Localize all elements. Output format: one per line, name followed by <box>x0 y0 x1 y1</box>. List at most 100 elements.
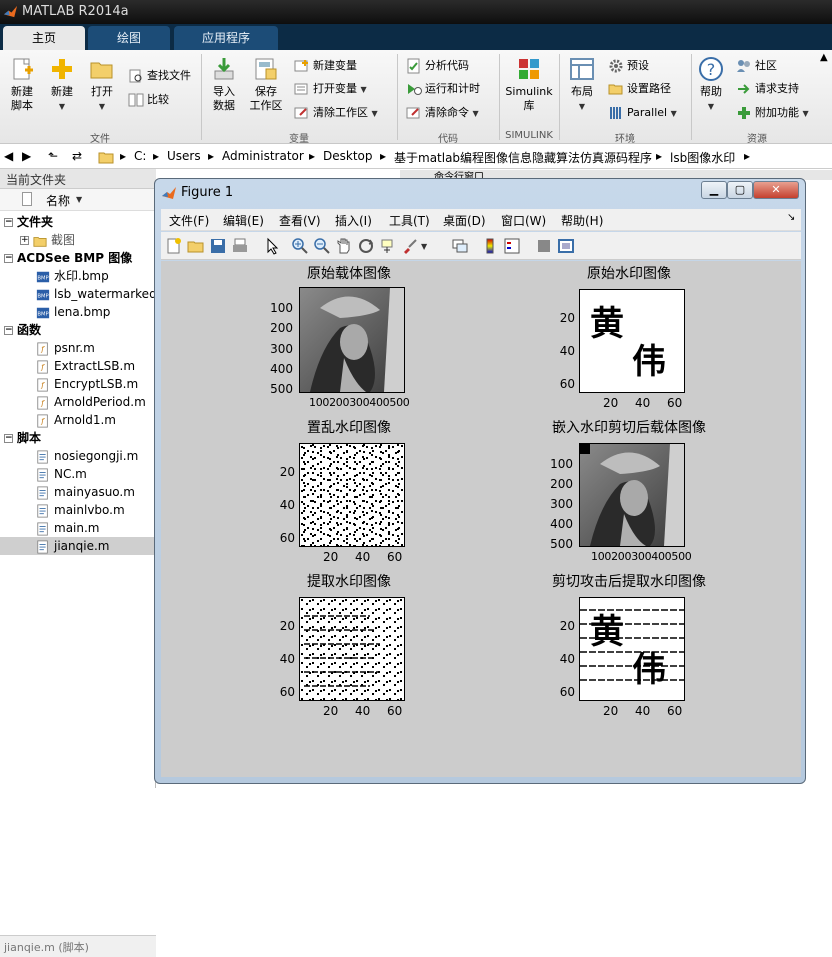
list-item[interactable]: f ArnoldPeriod.m <box>0 393 156 411</box>
list-item[interactable]: f Arnold1.m <box>0 411 156 429</box>
list-item[interactable]: mainyasuo.m <box>0 483 156 501</box>
set-path-button[interactable]: 设置路径 <box>608 79 671 99</box>
clear-commands-button[interactable]: 清除命令 ▼ <box>406 103 479 123</box>
collapse-icon[interactable]: − <box>4 254 13 263</box>
new-script-button[interactable]: 新建 脚本 <box>4 56 40 113</box>
new-variable-button[interactable]: 新建变量 <box>294 56 357 76</box>
breadcrumb-users[interactable]: Users <box>167 149 201 163</box>
help-button[interactable]: ? 帮助 ▼ <box>696 56 726 114</box>
breadcrumb-project[interactable]: 基于matlab编程图像信息隐藏算法仿真源码程序 <box>394 149 652 166</box>
list-item[interactable]: BMP 水印.bmp <box>0 267 156 285</box>
list-item[interactable]: f EncryptLSB.m <box>0 375 156 393</box>
menu-file[interactable]: 文件(F) <box>169 212 209 229</box>
layout-button[interactable]: 布局 ▼ <box>564 56 600 114</box>
print-icon[interactable] <box>231 237 249 255</box>
group-scripts[interactable]: − 脚本 <box>0 429 156 447</box>
find-files-button[interactable]: 查找文件 <box>128 66 191 86</box>
browse-folder-icon[interactable]: ⇄ <box>72 149 82 163</box>
list-item[interactable]: NC.m <box>0 465 156 483</box>
show-plot-tools-icon[interactable] <box>557 237 575 255</box>
maximize-button[interactable]: ▢ <box>727 181 753 199</box>
menu-desktop[interactable]: 桌面(D) <box>443 212 486 229</box>
open-button[interactable]: 打开 ▼ <box>84 56 120 114</box>
list-item[interactable]: f ExtractLSB.m <box>0 357 156 375</box>
list-item[interactable]: BMP lena.bmp <box>0 303 156 321</box>
breadcrumb-administrator[interactable]: Administrator <box>222 149 304 163</box>
open-file-icon[interactable] <box>187 237 205 255</box>
list-item[interactable]: nosiegongji.m <box>0 447 156 465</box>
tab-plots[interactable]: 绘图 <box>88 26 170 50</box>
group-bmp-images[interactable]: − ACDSee BMP 图像 <box>0 249 156 267</box>
chevron-down-icon[interactable]: ▼ <box>421 242 427 251</box>
menu-insert[interactable]: 插入(I) <box>335 212 372 229</box>
legend-icon[interactable] <box>503 237 521 255</box>
find-files-icon <box>129 69 142 83</box>
dock-arrow-icon[interactable]: ↘ <box>787 212 795 223</box>
group-folders[interactable]: − 文件夹 <box>0 213 156 231</box>
collapse-icon[interactable]: − <box>4 434 13 443</box>
open-variable-button[interactable]: 打开变量 ▼ <box>294 79 367 99</box>
back-arrow-icon[interactable]: ◀ <box>4 149 13 163</box>
list-item[interactable]: + 截图 <box>0 231 156 249</box>
list-item[interactable]: f psnr.m <box>0 339 156 357</box>
xtick-labels: 100200300400500 <box>309 396 410 409</box>
request-support-button[interactable]: 请求支持 <box>736 79 799 99</box>
breadcrumb-folder[interactable]: lsb图像水印 <box>670 149 735 166</box>
breadcrumb-desktop[interactable]: Desktop <box>323 149 373 163</box>
save-icon[interactable] <box>209 237 227 255</box>
data-cursor-icon[interactable] <box>379 237 397 255</box>
parallel-button[interactable]: Parallel ▼ <box>608 103 677 123</box>
group-functions[interactable]: − 函数 <box>0 321 156 339</box>
zoom-in-icon[interactable] <box>291 237 309 255</box>
menu-tools[interactable]: 工具(T) <box>389 212 430 229</box>
column-name-label[interactable]: 名称 <box>46 192 70 209</box>
hide-plot-tools-icon[interactable] <box>535 237 553 255</box>
breadcrumb-separator: ▸ <box>153 149 160 163</box>
tab-apps[interactable]: 应用程序 <box>174 26 278 50</box>
menu-view[interactable]: 查看(V) <box>279 212 321 229</box>
preferences-button[interactable]: 预设 <box>608 56 649 76</box>
import-data-button[interactable]: 导入 数据 <box>206 56 242 113</box>
menu-help[interactable]: 帮助(H) <box>561 212 603 229</box>
analyze-code-button[interactable]: 分析代码 <box>406 56 469 76</box>
compare-button[interactable]: 比较 <box>128 90 169 110</box>
menu-window[interactable]: 窗口(W) <box>501 212 546 229</box>
run-and-time-button[interactable]: 运行和计时 <box>406 79 480 99</box>
collapse-ribbon-icon[interactable]: ▲ <box>820 52 828 63</box>
save-workspace-button[interactable]: 保存 工作区 <box>246 56 286 113</box>
list-item[interactable]: main.m <box>0 519 156 537</box>
pointer-icon[interactable] <box>263 237 281 255</box>
breadcrumb-drive[interactable]: C: <box>134 149 146 163</box>
watermark-char: 黄 <box>590 304 624 344</box>
up-folder-icon[interactable]: ⬑ <box>48 149 58 163</box>
collapse-icon[interactable]: − <box>4 218 13 227</box>
zoom-out-icon[interactable] <box>313 237 331 255</box>
list-item[interactable]: BMP lsb_watermarked <box>0 285 157 303</box>
new-button[interactable]: 新建 ▼ <box>44 56 80 114</box>
new-figure-icon[interactable] <box>165 237 183 255</box>
rotate-3d-icon[interactable] <box>357 237 375 255</box>
script-file-icon <box>37 467 48 482</box>
tab-home[interactable]: 主页 <box>3 26 85 50</box>
function-file-icon: f <box>37 341 48 356</box>
link-plot-icon[interactable] <box>451 237 469 255</box>
colorbar-icon[interactable] <box>481 237 499 255</box>
simulink-library-button[interactable]: Simulink 库 <box>504 56 554 113</box>
pan-hand-icon[interactable] <box>335 237 353 255</box>
ytick-label: 200 <box>550 477 573 491</box>
expand-icon[interactable]: + <box>20 236 29 245</box>
list-item-selected[interactable]: jianqie.m <box>0 537 156 555</box>
list-item[interactable]: mainlvbo.m <box>0 501 156 519</box>
close-button[interactable]: ✕ <box>753 181 799 199</box>
file-tree: − 文件夹 + 截图 − ACDSee BMP 图像 BMP 水印.bmp BMP lsb… <box>0 213 157 555</box>
clear-workspace-button[interactable]: 清除工作区 ▼ <box>294 103 378 123</box>
brush-icon[interactable] <box>401 237 419 255</box>
compare-icon <box>128 93 144 107</box>
collapse-icon[interactable]: − <box>4 326 13 335</box>
community-button[interactable]: 社区 <box>736 56 777 76</box>
menu-edit[interactable]: 编辑(E) <box>223 212 264 229</box>
add-ons-button[interactable]: 附加功能 ▼ <box>736 103 809 123</box>
section-label-variable: 变量 <box>289 134 309 145</box>
minimize-button[interactable]: ▁ <box>701 181 727 199</box>
forward-arrow-icon[interactable]: ▶ <box>22 149 31 163</box>
